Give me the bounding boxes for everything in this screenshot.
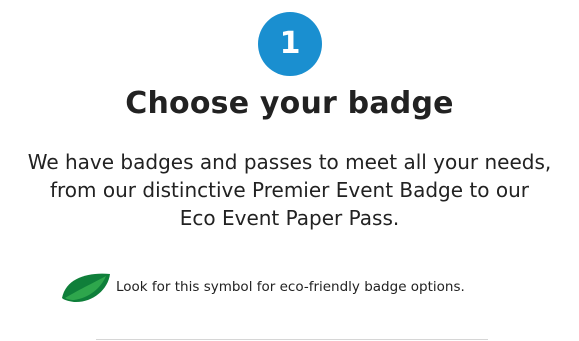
- page-title: Choose your badge: [125, 86, 454, 121]
- leaf-icon: [62, 273, 110, 303]
- step-number-badge: 1: [258, 12, 322, 76]
- eco-note-text: Look for this symbol for eco-friendly ba…: [116, 278, 465, 295]
- description-line-3: Eco Event Paper Pass.: [179, 206, 400, 230]
- badge-description: We have badges and passes to meet all yo…: [0, 148, 579, 232]
- section-divider: [96, 339, 488, 340]
- eco-friendly-note: Look for this symbol for eco-friendly ba…: [58, 270, 528, 304]
- step-number: 1: [279, 26, 301, 61]
- description-line-1: We have badges and passes to meet all yo…: [27, 150, 552, 174]
- description-line-2: from our distinctive Premier Event Badge…: [49, 178, 529, 202]
